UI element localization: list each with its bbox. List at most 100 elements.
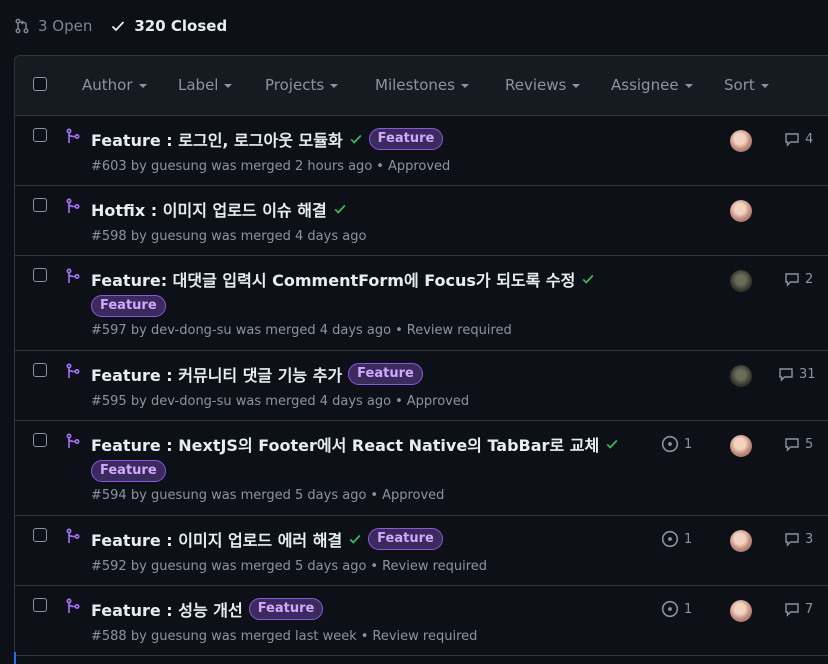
meta-separator: • xyxy=(370,488,379,503)
comments-link[interactable]: 5 xyxy=(784,436,813,452)
pr-author[interactable]: dev-dong-su xyxy=(151,394,232,409)
comment-icon xyxy=(785,533,799,547)
table-row: Feature : 성능 개선 Feature #588 by guesung … xyxy=(15,586,828,656)
pr-title-link[interactable]: Feature : NextJS의 Footer에서 React Native의… xyxy=(91,432,599,456)
label-feature[interactable]: Feature xyxy=(368,528,443,550)
pr-author[interactable]: dev-dong-su xyxy=(151,323,232,338)
pr-meta: #598 by guesung was merged 4 days ago xyxy=(91,229,366,244)
review-status[interactable]: Approved xyxy=(407,394,469,409)
row-checkbox[interactable] xyxy=(33,598,47,612)
review-status[interactable]: Approved xyxy=(382,488,444,503)
assignee-avatar[interactable] xyxy=(730,130,752,152)
pr-number: #592 xyxy=(91,559,127,574)
pr-title-link[interactable]: Feature : 로그인, 로그아웃 모듈화 xyxy=(91,127,343,151)
chevron-down-icon xyxy=(330,84,339,88)
label-feature[interactable]: Feature xyxy=(368,128,444,150)
sort-filter[interactable]: Sort xyxy=(724,76,769,94)
pr-number: #598 xyxy=(91,229,127,244)
author-filter[interactable]: Author xyxy=(82,76,147,94)
review-status[interactable]: Approved xyxy=(388,159,450,174)
author-filter-label: Author xyxy=(82,76,133,94)
comment-icon xyxy=(785,603,799,617)
by-text: by xyxy=(130,488,147,503)
milestones-filter-label: Milestones xyxy=(375,76,455,94)
issue-opened-icon xyxy=(661,435,679,453)
label-filter[interactable]: Label xyxy=(178,76,233,94)
pr-title-link[interactable]: Feature : 성능 개선 xyxy=(91,597,243,621)
row-checkbox[interactable] xyxy=(33,268,47,282)
table-row: Feature : 커뮤니티 댓글 기능 추가 Feature #595 by … xyxy=(15,351,828,421)
pr-meta: #603 by guesung was merged 2 hours ago • A… xyxy=(91,159,450,174)
comment-count: 4 xyxy=(805,131,814,147)
comments-link[interactable]: 4 xyxy=(784,131,813,147)
pr-title-link[interactable]: Feature : 이미지 업로드 에러 해결 xyxy=(91,527,342,551)
pr-meta: #595 by dev-dong-su was merged 4 days ag… xyxy=(91,394,469,409)
row-checkbox[interactable] xyxy=(33,363,47,377)
pr-title-line: Feature : 로그인, 로그아웃 모듈화 Feature xyxy=(91,127,444,151)
check-icon[interactable] xyxy=(605,437,619,451)
linked-issues-link[interactable]: 1 xyxy=(661,435,692,453)
git-merge-icon xyxy=(66,198,80,213)
merged-time: was merged 2 hours ago xyxy=(211,159,373,174)
row-checkbox[interactable] xyxy=(33,198,47,212)
check-icon[interactable] xyxy=(581,272,595,286)
pr-author[interactable]: guesung xyxy=(151,229,207,244)
pr-meta: #592 by guesung was merged 5 days ago • Re… xyxy=(91,559,487,574)
pr-number: #595 xyxy=(91,394,127,409)
pr-author[interactable]: guesung xyxy=(151,488,207,503)
reviews-filter[interactable]: Reviews xyxy=(505,76,581,94)
assignee-avatar[interactable] xyxy=(730,200,752,222)
check-icon[interactable] xyxy=(333,202,347,216)
assignee-avatar[interactable] xyxy=(730,270,752,292)
assignee-avatar[interactable] xyxy=(730,365,752,387)
row-checkbox[interactable] xyxy=(33,528,47,542)
comments-link[interactable]: 7 xyxy=(784,601,813,617)
assignee-avatar[interactable] xyxy=(730,435,752,457)
pr-number: #597 xyxy=(91,323,127,338)
issue-opened-icon xyxy=(661,600,679,618)
comment-count: 3 xyxy=(805,531,814,547)
review-status[interactable]: Review required xyxy=(407,323,512,338)
pr-author[interactable]: guesung xyxy=(151,629,207,644)
comments-link[interactable]: 2 xyxy=(784,271,813,287)
pr-title-link[interactable]: Hotfix : 이미지 업로드 이슈 해결 xyxy=(91,197,327,221)
comments-link[interactable]: 31 xyxy=(778,366,816,382)
open-prs-link[interactable]: 3 Open xyxy=(14,17,92,35)
comment-count: 7 xyxy=(805,601,814,617)
comment-icon xyxy=(785,273,799,287)
issue-opened-icon xyxy=(661,530,679,548)
assignee-filter[interactable]: Assignee xyxy=(611,76,693,94)
pr-list-header: Author Label Projects Milestones Reviews… xyxy=(15,56,828,116)
select-all-checkbox[interactable] xyxy=(33,77,47,91)
linked-issues-link[interactable]: 1 xyxy=(661,530,692,548)
check-icon[interactable] xyxy=(348,532,362,546)
linked-issues-link[interactable]: 1 xyxy=(661,600,692,618)
label-feature[interactable]: Feature xyxy=(248,598,324,620)
label-feature[interactable]: Feature xyxy=(91,295,166,317)
projects-filter[interactable]: Projects xyxy=(265,76,339,94)
milestones-filter[interactable]: Milestones xyxy=(375,76,469,94)
closed-prs-link[interactable]: 320 Closed xyxy=(110,17,227,35)
pr-author[interactable]: guesung xyxy=(151,559,207,574)
assignee-avatar[interactable] xyxy=(730,600,752,622)
table-row: Hotfix : 이미지 업로드 이슈 해결 #598 by guesung w… xyxy=(15,186,828,256)
pr-title-link[interactable]: Feature: 대댓글 입력시 CommentForm에 Focus가 되도록… xyxy=(91,267,575,291)
review-status[interactable]: Review required xyxy=(382,559,487,574)
linked-issue-count: 1 xyxy=(684,601,693,617)
check-icon[interactable] xyxy=(349,132,363,146)
pr-author[interactable]: guesung xyxy=(151,159,207,174)
review-status[interactable]: Review required xyxy=(372,629,477,644)
merged-time: was merged 4 days ago xyxy=(235,323,392,338)
pr-number: #588 xyxy=(91,629,127,644)
comments-link[interactable]: 3 xyxy=(784,531,813,547)
pr-title-link[interactable]: Feature : 커뮤니티 댓글 기능 추가 xyxy=(91,362,342,386)
linked-issue-count: 1 xyxy=(684,531,693,547)
row-checkbox[interactable] xyxy=(33,128,47,142)
assignee-avatar[interactable] xyxy=(730,530,752,552)
label-feature[interactable]: Feature xyxy=(91,460,166,482)
comment-icon xyxy=(785,133,799,147)
row-checkbox[interactable] xyxy=(33,433,47,447)
chevron-down-icon xyxy=(572,84,581,88)
label-feature[interactable]: Feature xyxy=(348,363,423,385)
pr-meta: #594 by guesung was merged 5 days ago • Ap… xyxy=(91,488,444,503)
